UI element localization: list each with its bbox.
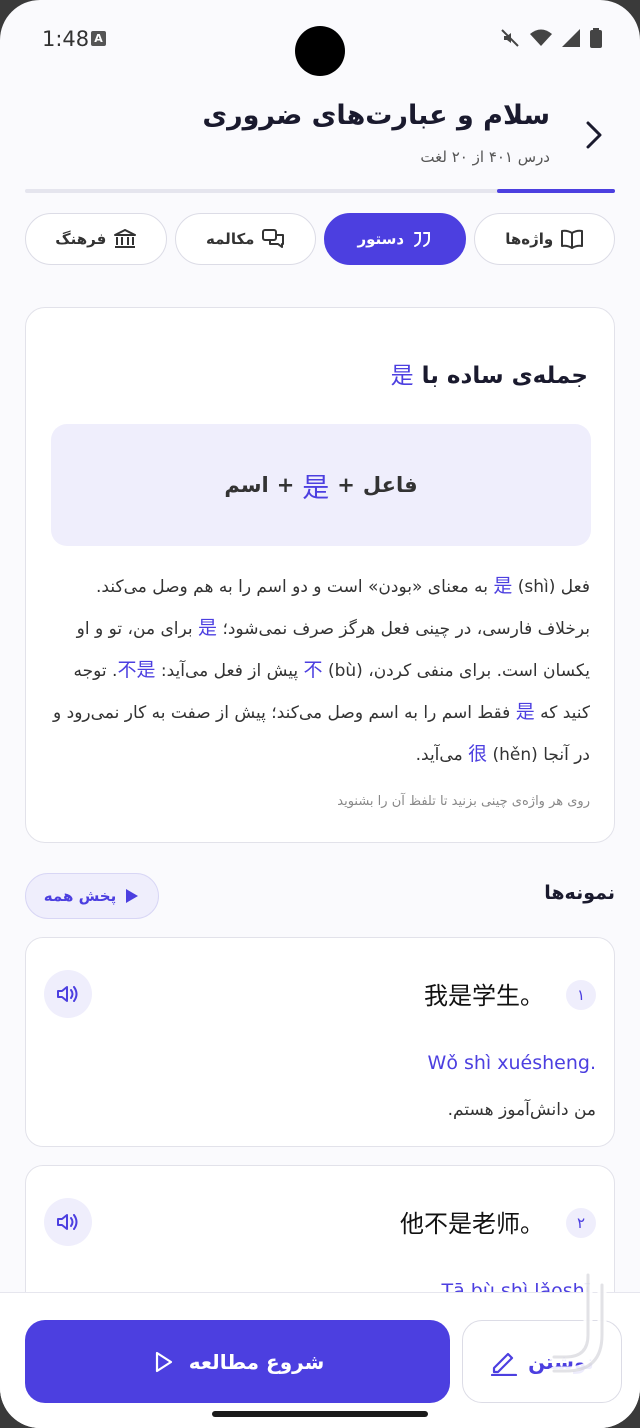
chinese-word[interactable]: 是 xyxy=(516,701,535,723)
tab-label: دستور xyxy=(357,230,405,248)
example-number: ۲ xyxy=(566,1208,596,1238)
chinese-word[interactable]: 是 xyxy=(198,617,217,639)
example-translation: من دانش‌آموز هستم. xyxy=(447,1100,596,1120)
chinese-word[interactable]: 是 xyxy=(493,575,512,597)
tab-label: واژه‌ها xyxy=(505,230,554,248)
chinese-word[interactable]: 是 xyxy=(302,466,329,505)
museum-icon xyxy=(114,229,137,248)
wifi-icon xyxy=(530,29,552,51)
pronunciation-hint: روی هر واژه‌ی چینی بزنید تا تلفظ آن را ب… xyxy=(337,794,590,809)
tab-vocabulary[interactable]: واژه‌ها xyxy=(473,213,615,265)
grammar-title: جمله‌ی ساده با 是 xyxy=(391,356,588,390)
lesson-subtitle: درس ۴۰۱ از ۲۰ لغت xyxy=(420,148,550,166)
formula-subject: فاعل xyxy=(362,473,418,497)
signal-icon xyxy=(562,29,580,51)
tab-label: فرهنگ xyxy=(55,230,107,248)
home-indicator[interactable] xyxy=(212,1411,428,1417)
book-icon xyxy=(561,229,584,249)
formula-plus: + xyxy=(276,473,295,497)
tab-label: مکالمه xyxy=(206,230,255,248)
phone-screen: 1:48 A سلام و عبارت‌های ضروری درس ۴۰۱ از… xyxy=(0,0,640,1428)
chinese-word[interactable]: 不是 xyxy=(117,659,155,681)
lesson-progress-fill xyxy=(497,189,615,193)
formula-noun: اسم xyxy=(224,473,269,497)
grammar-formula: فاعل + 是 + اسم xyxy=(51,424,591,546)
speaker-icon xyxy=(57,1214,78,1230)
tab-culture[interactable]: فرهنگ xyxy=(25,213,167,265)
page-title: سلام و عبارت‌های ضروری xyxy=(202,100,550,131)
battery-icon xyxy=(590,28,602,52)
example-audio-button[interactable] xyxy=(44,970,92,1018)
grammar-card: جمله‌ی ساده با 是 فاعل + 是 + اسم فعل 是 (s… xyxy=(25,307,615,843)
play-icon xyxy=(126,889,139,903)
store-logo xyxy=(540,1265,610,1415)
grammar-title-text: جمله‌ی ساده با xyxy=(421,363,588,389)
chinese-word[interactable]: 很 xyxy=(468,743,487,765)
status-bar: 1:48 A xyxy=(0,0,640,78)
example-chinese[interactable]: 我是学生。 xyxy=(424,976,544,1011)
grammar-explanation: فعل 是 (shì) به معنای «بودن» است و دو اسم… xyxy=(44,566,590,776)
example-audio-button[interactable] xyxy=(44,1198,92,1246)
lesson-tabs: واژه‌ها دستور مکالمه فرهنگ xyxy=(25,213,615,265)
example-pinyin: Wǒ shì xuésheng. xyxy=(427,1052,596,1074)
formula-plus: + xyxy=(337,473,355,497)
example-number: ۱ xyxy=(566,980,596,1010)
chinese-word[interactable]: 不 xyxy=(304,659,323,681)
start-study-label: شروع مطالعه xyxy=(188,1349,325,1374)
notification-icon: A xyxy=(91,31,106,46)
status-icons xyxy=(500,28,602,52)
chevron-right-icon xyxy=(586,121,602,149)
speaker-icon xyxy=(57,986,78,1002)
explanation-text: فعل xyxy=(560,577,590,597)
play-outline-icon xyxy=(155,1351,172,1372)
tab-conversation[interactable]: مکالمه xyxy=(174,213,316,265)
quote-icon xyxy=(414,232,431,247)
explanation-text: (bù) پیش از فعل می‌آید: xyxy=(160,661,363,681)
camera-cutout xyxy=(295,26,345,76)
chat-icon xyxy=(262,229,285,248)
example-chinese[interactable]: 他不是老师。 xyxy=(400,1204,544,1239)
examples-title: نمونه‌ها xyxy=(544,882,615,904)
play-all-label: پخش همه xyxy=(43,887,117,905)
mute-icon xyxy=(500,28,520,52)
status-time: 1:48 xyxy=(42,27,90,51)
tab-grammar[interactable]: دستور xyxy=(324,213,466,265)
chinese-word[interactable]: 是 xyxy=(391,363,414,389)
example-card: ۱ 我是学生。 Wǒ shì xuésheng. من دانش‌آموز هس… xyxy=(25,937,615,1147)
start-study-button[interactable]: شروع مطالعه xyxy=(25,1320,450,1403)
pencil-icon xyxy=(490,1352,518,1376)
lesson-progress-bar xyxy=(25,189,615,193)
play-all-button[interactable]: پخش همه xyxy=(25,873,159,919)
back-button[interactable] xyxy=(580,118,610,152)
